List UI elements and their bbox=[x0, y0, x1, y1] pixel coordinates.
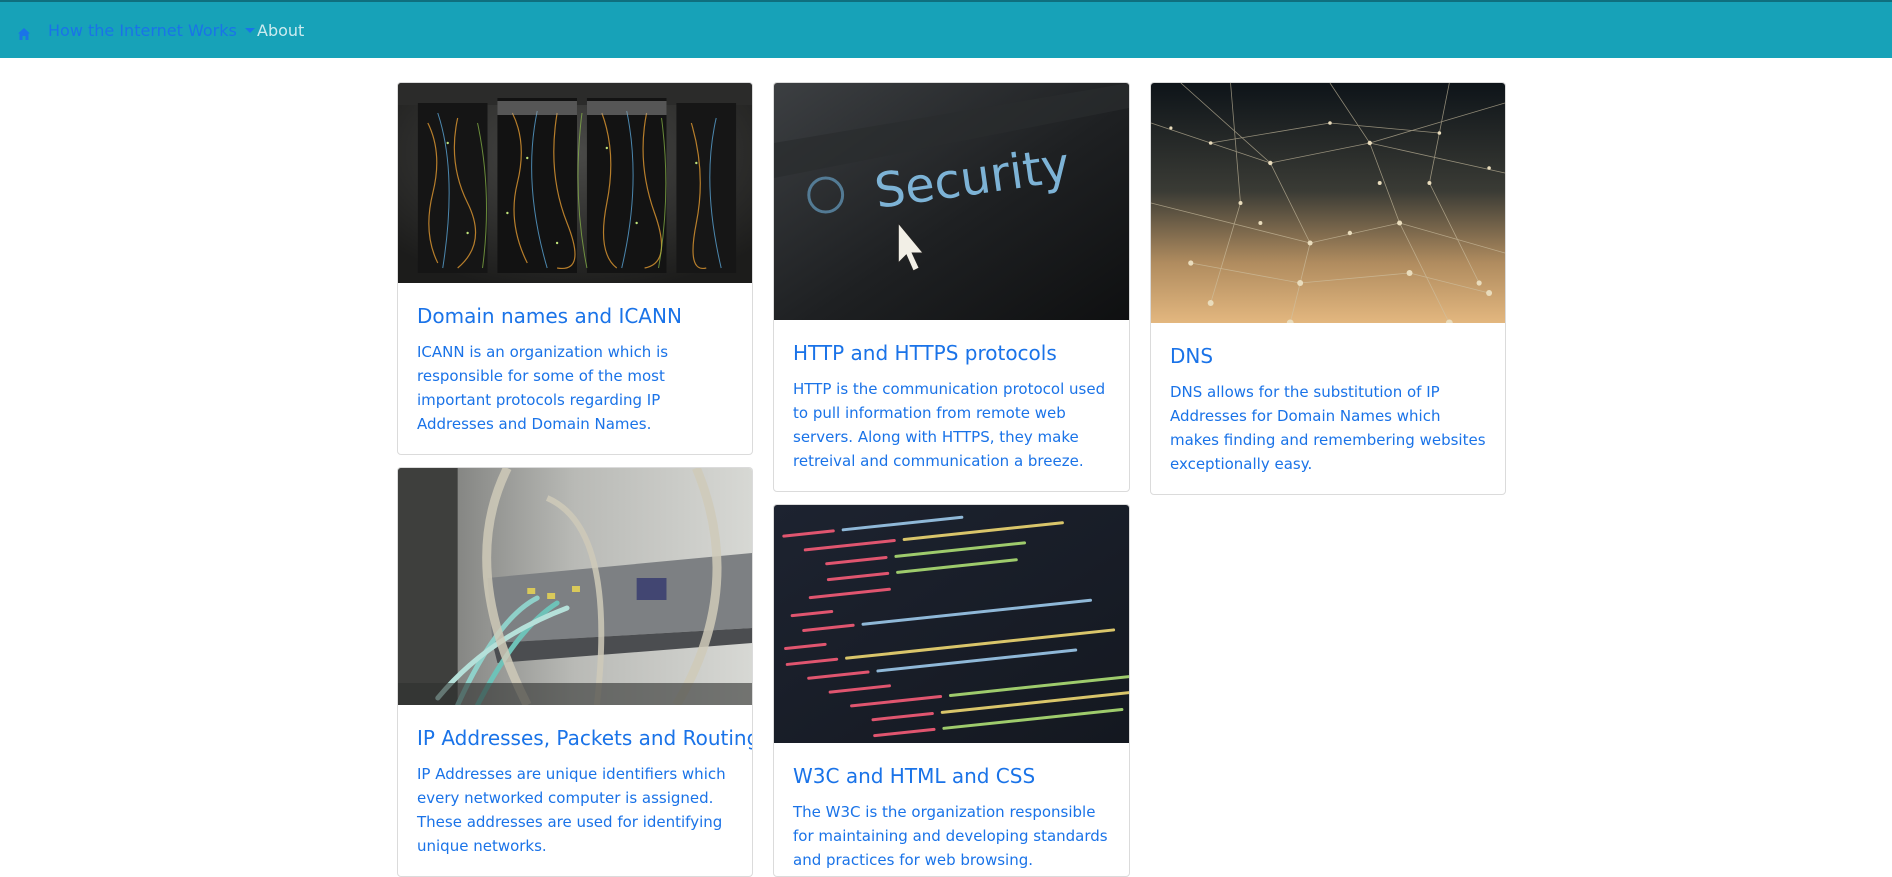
nav-link-about[interactable]: About bbox=[257, 21, 304, 40]
card-title[interactable]: HTTP and HTTPS protocols bbox=[793, 341, 1110, 365]
card-dns[interactable]: DNS DNS allows for the substitution of I… bbox=[1150, 82, 1506, 495]
card-title[interactable]: IP Addresses, Packets and Routing bbox=[417, 726, 752, 750]
card-text: The W3C is the organization responsible … bbox=[793, 803, 1108, 869]
card-text: ICANN is an organization which is respon… bbox=[417, 343, 669, 433]
network-switch-image bbox=[398, 468, 752, 705]
navbar: How the Internet Works About bbox=[0, 0, 1892, 58]
security-screen-image: Security bbox=[774, 83, 1129, 320]
card-ip-addresses[interactable]: IP Addresses, Packets and Routing IP Add… bbox=[397, 467, 753, 877]
card-text: DNS allows for the substitution of IP Ad… bbox=[1170, 383, 1486, 473]
card-body: W3C and HTML and CSS The W3C is the orga… bbox=[793, 764, 1110, 872]
card-body: HTTP and HTTPS protocols HTTP is the com… bbox=[793, 341, 1110, 473]
card-text: HTTP is the communication protocol used … bbox=[793, 380, 1106, 470]
card-body: DNS DNS allows for the substitution of I… bbox=[1170, 344, 1486, 476]
house-icon[interactable] bbox=[17, 27, 31, 41]
card-w3c[interactable]: W3C and HTML and CSS The W3C is the orga… bbox=[773, 504, 1130, 877]
spider-web-image bbox=[1151, 83, 1505, 323]
card-http-https[interactable]: Security HTTP and HTTPS protocols HTTP i… bbox=[773, 82, 1130, 492]
caret-down-icon bbox=[244, 28, 255, 33]
card-domain-names[interactable]: Domain names and ICANN ICANN is an organ… bbox=[397, 82, 753, 455]
card-text: IP Addresses are unique identifiers whic… bbox=[417, 765, 726, 855]
html-code-image bbox=[774, 505, 1129, 743]
card-title[interactable]: Domain names and ICANN bbox=[417, 304, 733, 328]
nav-dropdown-label: How the Internet Works bbox=[48, 21, 237, 40]
nav-dropdown-how-the-internet-works[interactable]: How the Internet Works bbox=[48, 21, 255, 40]
card-title[interactable]: W3C and HTML and CSS bbox=[793, 764, 1110, 788]
card-title[interactable]: DNS bbox=[1170, 344, 1486, 368]
server-rack-image bbox=[398, 83, 752, 283]
card-body: Domain names and ICANN ICANN is an organ… bbox=[417, 304, 733, 436]
card-body: IP Addresses, Packets and Routing IP Add… bbox=[417, 726, 752, 858]
